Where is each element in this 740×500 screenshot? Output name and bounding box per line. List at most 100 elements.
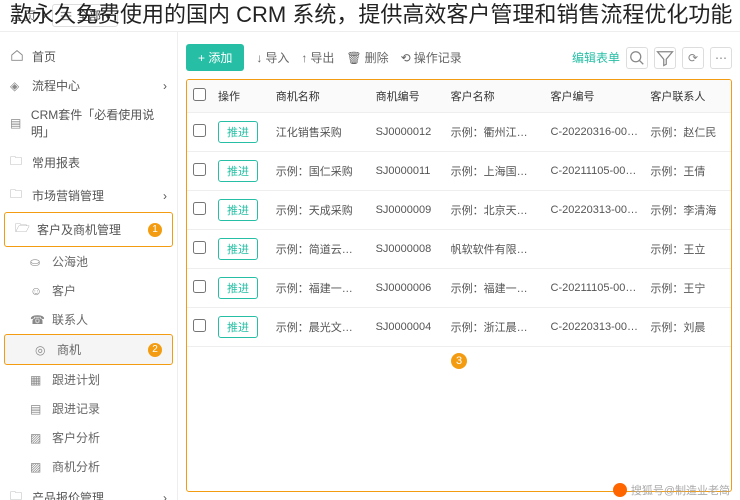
target-icon: ◎ bbox=[35, 343, 49, 357]
add-button[interactable]: + 添加 bbox=[186, 44, 244, 71]
history-button[interactable]: ⟲ 操作记录 bbox=[401, 49, 462, 66]
nav-crm-kit[interactable]: ▤CRM套件「必看使用说明」 bbox=[0, 100, 177, 146]
badge-2: 2 bbox=[148, 343, 162, 357]
edit-form-link[interactable]: 编辑表单 bbox=[572, 49, 620, 66]
col-cust-code[interactable]: 客户编号 bbox=[545, 80, 645, 113]
cell-contact: 示例：李清海 bbox=[644, 191, 731, 230]
search-icon[interactable] bbox=[626, 47, 648, 69]
list-icon: ▤ bbox=[30, 402, 44, 416]
nav-contact[interactable]: ☎联系人 bbox=[0, 305, 177, 334]
data-table: 操作 商机名称 商机编号 客户名称 客户编号 客户联系人 推进 江化销售采购 S… bbox=[186, 79, 732, 492]
nav-product-quote[interactable]: 🗀产品报价管理› bbox=[0, 481, 177, 500]
promote-button[interactable]: 推进 bbox=[218, 316, 258, 338]
promote-button[interactable]: 推进 bbox=[218, 160, 258, 182]
row-checkbox[interactable] bbox=[193, 124, 206, 137]
flow-icon: ◈ bbox=[10, 79, 24, 93]
nav-opp-analysis[interactable]: ▨商机分析 bbox=[0, 452, 177, 481]
promote-button[interactable]: 推进 bbox=[218, 277, 258, 299]
table-row[interactable]: 推进 示例：晨光文具设备… SJ0000004 示例：浙江晨光文具… C-202… bbox=[187, 308, 731, 347]
cell-name: 示例：天成采购 bbox=[270, 191, 370, 230]
nav-customer-opp[interactable]: 🗁客户及商机管理1 bbox=[4, 212, 173, 247]
users-icon: ⛀ bbox=[30, 255, 44, 269]
cell-contact: 示例：刘晨 bbox=[644, 308, 731, 347]
cell-cust-code: C-20220316-0000001 bbox=[545, 113, 645, 152]
delete-button[interactable]: 🗑 删除 bbox=[346, 49, 388, 66]
nav-pool[interactable]: ⛀公海池 bbox=[0, 247, 177, 276]
nav-reports[interactable]: 🗀常用报表 bbox=[0, 146, 177, 179]
cell-code: SJ0000004 bbox=[370, 308, 445, 347]
cell-cust-code: C-20220313-0000004 bbox=[545, 308, 645, 347]
more-icon[interactable]: ⋯ bbox=[710, 47, 732, 69]
promote-button[interactable]: 推进 bbox=[218, 121, 258, 143]
cell-code: SJ0000009 bbox=[370, 191, 445, 230]
calendar-icon: ▦ bbox=[30, 373, 44, 387]
cell-name: 江化销售采购 bbox=[270, 113, 370, 152]
badge-3: 3 bbox=[451, 353, 467, 369]
col-name[interactable]: 商机名称 bbox=[270, 80, 370, 113]
nav-marketing[interactable]: 🗀市场营销管理› bbox=[0, 179, 177, 212]
promote-button[interactable]: 推进 bbox=[218, 238, 258, 260]
cell-cust-code: C-20211105-0000004 bbox=[545, 269, 645, 308]
cell-contact: 示例：赵仁民 bbox=[644, 113, 731, 152]
watermark: 搜狐号@制造业老简 bbox=[613, 482, 730, 498]
refresh-icon[interactable]: ⟳ bbox=[682, 47, 704, 69]
cell-contact: 示例：王立 bbox=[644, 230, 731, 269]
col-contact[interactable]: 客户联系人 bbox=[644, 80, 731, 113]
nav-opportunity[interactable]: ◎商机2 bbox=[4, 334, 173, 365]
row-checkbox[interactable] bbox=[193, 163, 206, 176]
filter-icon[interactable] bbox=[654, 47, 676, 69]
main-content: + 添加 ↓ 导入 ↑ 导出 🗑 删除 ⟲ 操作记录 编辑表单 ⟳ ⋯ bbox=[178, 32, 740, 500]
table-row[interactable]: 推进 示例：国仁采购 SJ0000011 示例：上海国仁有限… C-202111… bbox=[187, 152, 731, 191]
col-code[interactable]: 商机编号 bbox=[370, 80, 445, 113]
cell-cust-code: C-20220313-0000002 bbox=[545, 191, 645, 230]
contact-icon: ☎ bbox=[30, 313, 44, 327]
cell-code: SJ0000006 bbox=[370, 269, 445, 308]
nav-customer[interactable]: ☺客户 bbox=[0, 276, 177, 305]
nav-home[interactable]: 首页 bbox=[0, 42, 177, 71]
sidebar: 首页 ◈流程中心› ▤CRM套件「必看使用说明」 🗀常用报表 🗀市场营销管理› … bbox=[0, 32, 178, 500]
home-icon bbox=[10, 48, 24, 65]
table-row[interactable]: 推进 示例：天成采购 SJ0000009 示例：北京天诚软件… C-202203… bbox=[187, 191, 731, 230]
col-op[interactable]: 操作 bbox=[212, 80, 270, 113]
nav-follow-record[interactable]: ▤跟进记录 bbox=[0, 394, 177, 423]
folder-icon: 🗀 bbox=[10, 152, 24, 173]
cell-code: SJ0000012 bbox=[370, 113, 445, 152]
export-button[interactable]: ↑ 导出 bbox=[301, 49, 334, 66]
cell-cust-name: 帆软软件有限公司 bbox=[445, 230, 545, 269]
folder-open-icon: 🗁 bbox=[15, 219, 29, 240]
cell-name: 示例：简道云采购 bbox=[270, 230, 370, 269]
cell-cust-name: 示例：浙江晨光文具… bbox=[445, 308, 545, 347]
cell-name: 示例：福建一高3月订单 bbox=[270, 269, 370, 308]
toolbar: + 添加 ↓ 导入 ↑ 导出 🗑 删除 ⟲ 操作记录 编辑表单 ⟳ ⋯ bbox=[186, 40, 732, 79]
cell-contact: 示例：王倩 bbox=[644, 152, 731, 191]
table-row[interactable]: 推进 江化销售采购 SJ0000012 示例：衢州江化集团 C-20220316… bbox=[187, 113, 731, 152]
select-all-checkbox[interactable] bbox=[193, 88, 206, 101]
cell-cust-name: 示例：上海国仁有限… bbox=[445, 152, 545, 191]
cell-cust-code bbox=[545, 230, 645, 269]
chart-icon: ▨ bbox=[30, 460, 44, 474]
row-checkbox[interactable] bbox=[193, 280, 206, 293]
cell-cust-name: 示例：北京天诚软件… bbox=[445, 191, 545, 230]
cell-name: 示例：国仁采购 bbox=[270, 152, 370, 191]
nav-follow-plan[interactable]: ▦跟进计划 bbox=[0, 365, 177, 394]
cell-contact: 示例：王宁 bbox=[644, 269, 731, 308]
user-icon: ☺ bbox=[30, 284, 44, 298]
folder-icon: 🗀 bbox=[10, 185, 24, 206]
badge-1: 1 bbox=[148, 223, 162, 237]
cell-code: SJ0000008 bbox=[370, 230, 445, 269]
col-cust-name[interactable]: 客户名称 bbox=[445, 80, 545, 113]
cell-name: 示例：晨光文具设备… bbox=[270, 308, 370, 347]
folder-icon: 🗀 bbox=[10, 487, 24, 500]
nav-cust-analysis[interactable]: ▨客户分析 bbox=[0, 423, 177, 452]
chart-icon: ▨ bbox=[30, 431, 44, 445]
nav-process[interactable]: ◈流程中心› bbox=[0, 71, 177, 100]
table-row[interactable]: 推进 示例：简道云采购 SJ0000008 帆软软件有限公司 示例：王立 bbox=[187, 230, 731, 269]
row-checkbox[interactable] bbox=[193, 241, 206, 254]
sohu-logo-icon bbox=[613, 483, 627, 497]
promote-button[interactable]: 推进 bbox=[218, 199, 258, 221]
row-checkbox[interactable] bbox=[193, 202, 206, 215]
overlay-title: 款永久免费使用的国内 CRM 系统，提供高效客户管理和销售流程优化功能 bbox=[10, 0, 732, 31]
row-checkbox[interactable] bbox=[193, 319, 206, 332]
import-button[interactable]: ↓ 导入 bbox=[256, 49, 289, 66]
table-row[interactable]: 推进 示例：福建一高3月订单 SJ0000006 示例：福建一高集团 C-202… bbox=[187, 269, 731, 308]
